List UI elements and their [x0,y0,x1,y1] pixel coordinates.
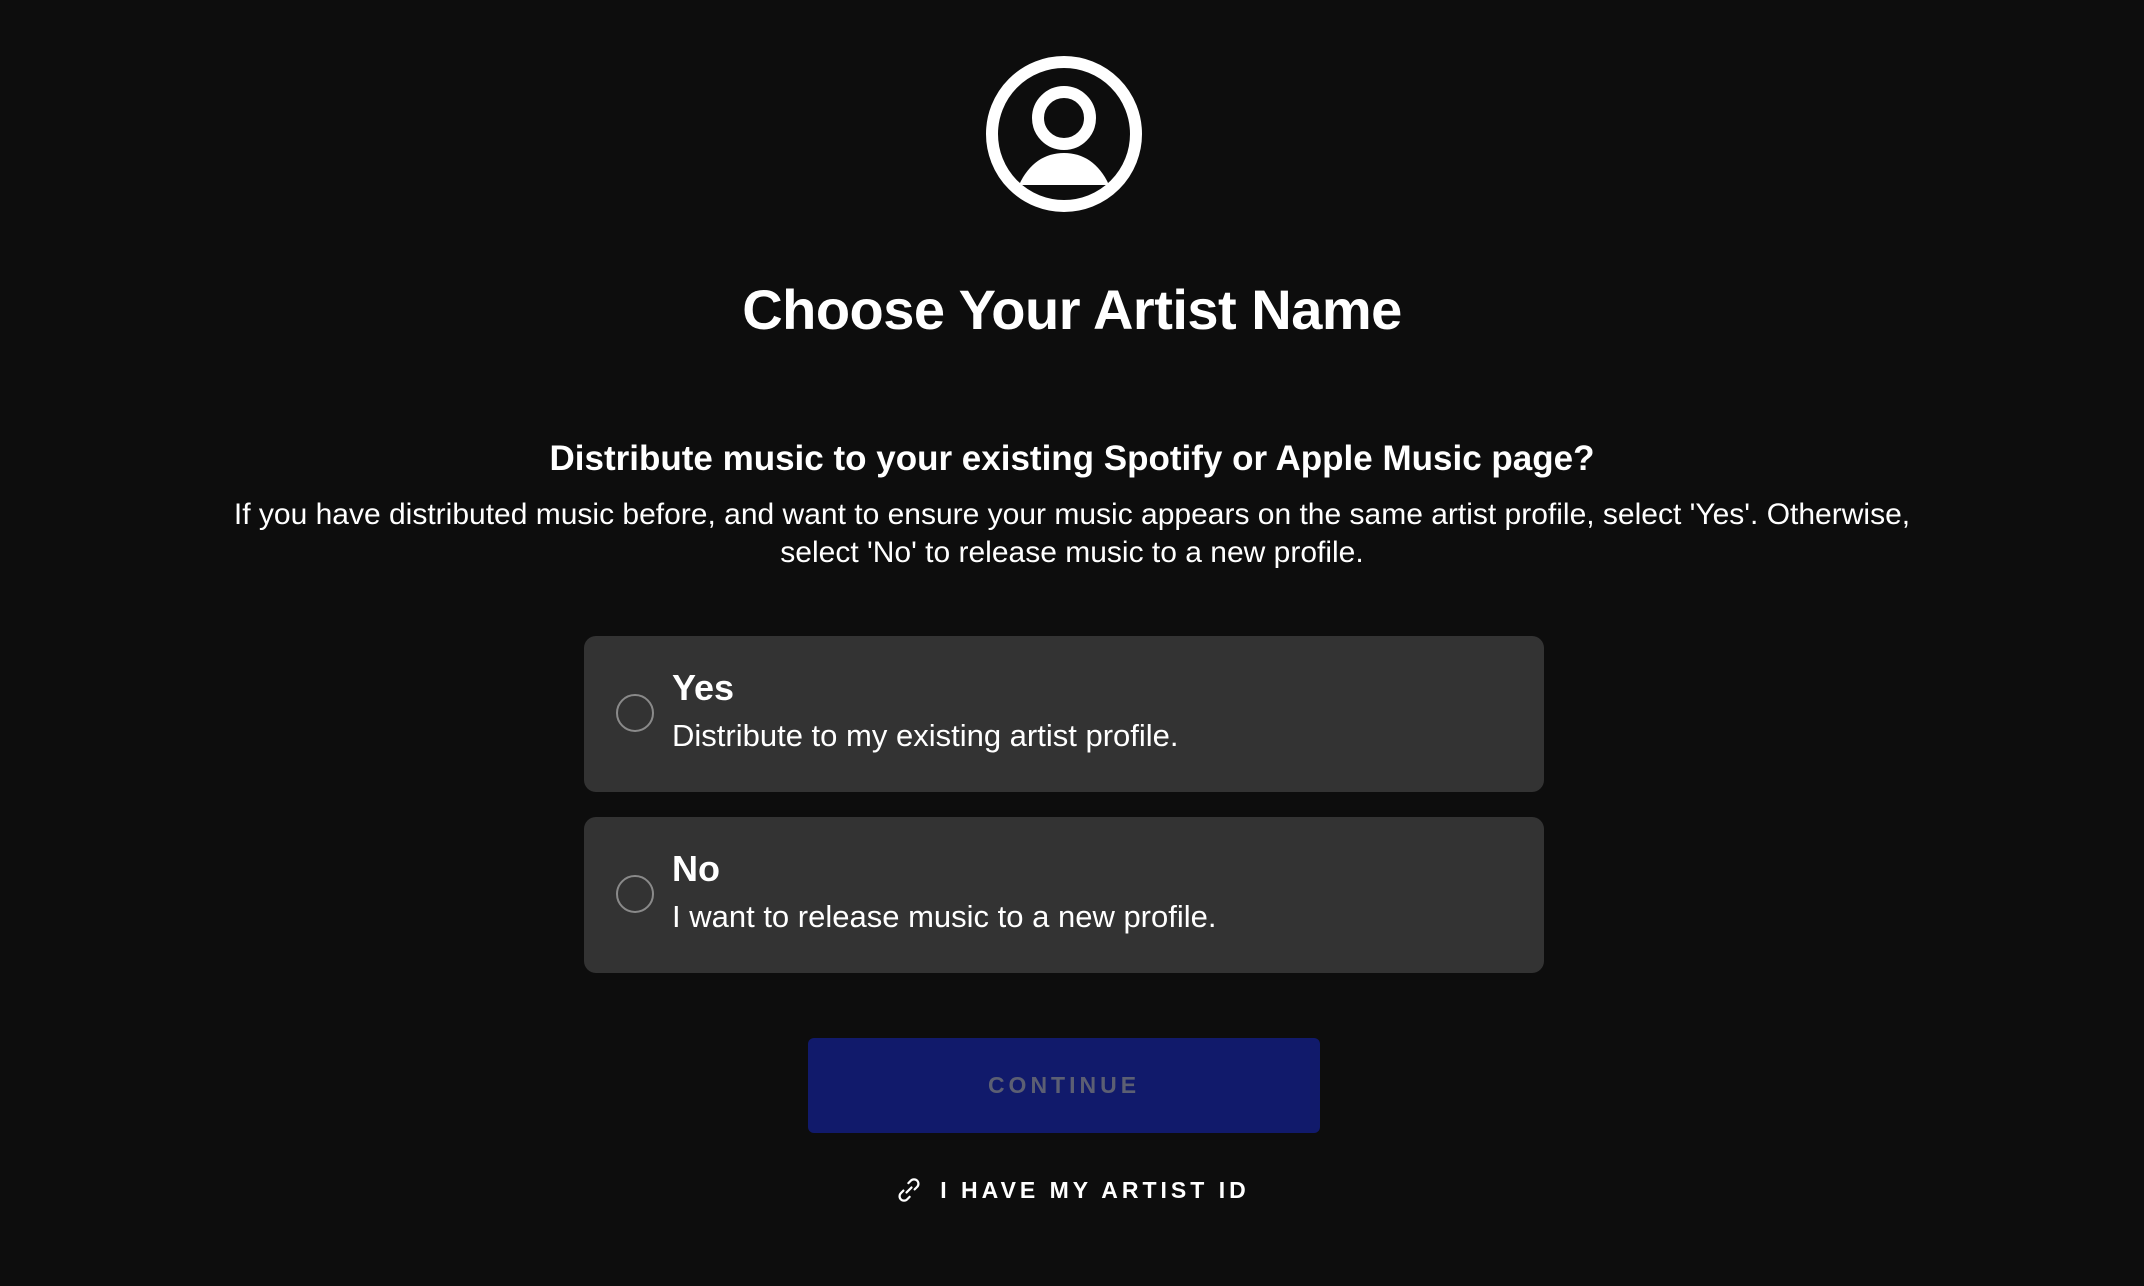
option-yes-label: Yes [672,667,735,708]
option-no[interactable]: No I want to release music to a new prof… [584,817,1544,973]
option-yes-description: Distribute to my existing artist profile… [672,718,1179,753]
choose-artist-name-page: Choose Your Artist Name Distribute music… [0,0,2144,1286]
question-heading: Distribute music to your existing Spotif… [549,439,1595,478]
artist-id-link[interactable]: I HAVE MY ARTIST ID [0,1170,2144,1210]
question-description: If you have distributed music before, an… [233,498,1911,569]
option-no-label: No [672,848,720,889]
user-circle-icon [986,56,1142,212]
option-yes[interactable]: Yes Distribute to my existing artist pro… [584,636,1544,792]
artist-id-label: I HAVE MY ARTIST ID [940,1176,1250,1203]
continue-button[interactable]: CONTINUE [808,1038,1320,1133]
radio-yes[interactable] [616,694,654,732]
option-no-description: I want to release music to a new profile… [672,899,1217,934]
radio-no[interactable] [616,875,654,913]
page-title: Choose Your Artist Name [742,278,1402,341]
link-icon [898,1178,920,1202]
